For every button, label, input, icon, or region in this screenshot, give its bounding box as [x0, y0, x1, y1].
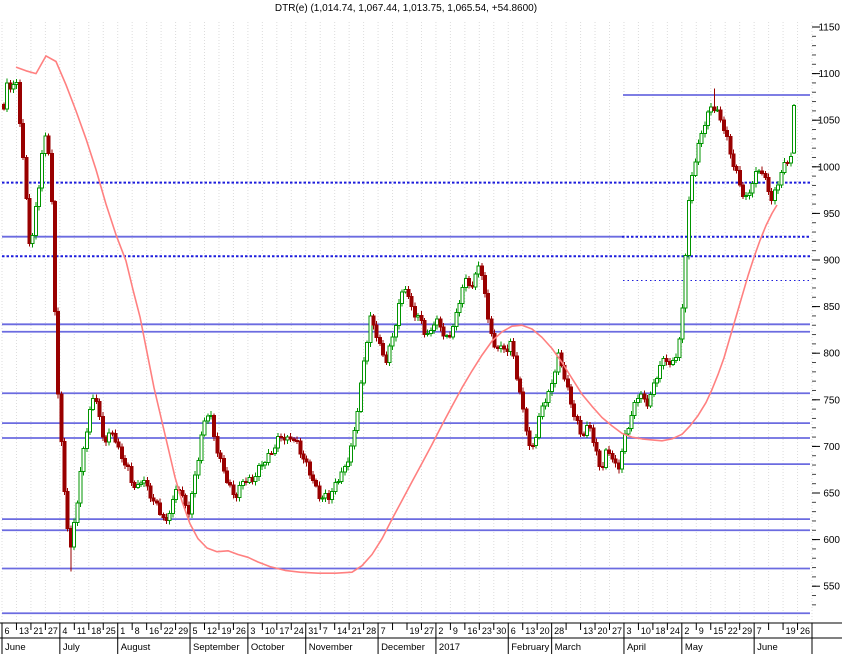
- svg-text:1150: 1150: [818, 23, 840, 34]
- svg-text:13: 13: [19, 626, 29, 636]
- svg-text:13: 13: [583, 626, 593, 636]
- svg-text:18: 18: [655, 626, 665, 636]
- svg-text:13: 13: [525, 626, 535, 636]
- svg-text:May: May: [685, 642, 703, 653]
- svg-text:800: 800: [823, 349, 840, 360]
- svg-text:2: 2: [684, 626, 689, 636]
- svg-text:16: 16: [467, 626, 477, 636]
- svg-text:June: June: [757, 642, 778, 653]
- svg-text:February: February: [511, 642, 549, 653]
- svg-text:10: 10: [265, 626, 275, 636]
- svg-text:7: 7: [381, 626, 386, 636]
- svg-text:10: 10: [641, 626, 651, 636]
- svg-text:19: 19: [786, 626, 796, 636]
- svg-text:29: 29: [742, 626, 752, 636]
- svg-text:11: 11: [77, 626, 86, 636]
- svg-text:26: 26: [800, 626, 810, 636]
- svg-text:1100: 1100: [818, 69, 840, 80]
- svg-text:July: July: [63, 642, 80, 653]
- svg-text:21: 21: [33, 626, 43, 636]
- svg-text:30: 30: [496, 626, 506, 636]
- svg-text:26: 26: [236, 626, 246, 636]
- svg-text:18: 18: [91, 626, 101, 636]
- svg-text:27: 27: [612, 626, 622, 636]
- svg-text:June: June: [5, 642, 26, 653]
- svg-text:7: 7: [323, 626, 328, 636]
- svg-text:22: 22: [164, 626, 174, 636]
- svg-text:23: 23: [482, 626, 492, 636]
- svg-text:31: 31: [308, 626, 318, 636]
- svg-text:24: 24: [670, 626, 680, 636]
- svg-text:900: 900: [823, 256, 840, 267]
- svg-text:15: 15: [713, 626, 723, 636]
- svg-text:19: 19: [221, 626, 231, 636]
- svg-text:8: 8: [135, 626, 140, 636]
- svg-text:September: September: [193, 642, 239, 653]
- svg-text:25: 25: [106, 626, 116, 636]
- svg-text:November: November: [309, 642, 353, 653]
- chart-canvas[interactable]: 1150 1100 1050 1000 950 900 850 800 750 700 650 600…: [0, 0, 842, 659]
- svg-text:550: 550: [823, 582, 840, 593]
- chart-title: DTR(e) (1,014.74, 1,067.44, 1,013.75, 1,…: [274, 3, 538, 14]
- svg-text:August: August: [121, 642, 151, 653]
- svg-text:20: 20: [540, 626, 550, 636]
- svg-text:7: 7: [757, 626, 762, 636]
- svg-text:6: 6: [5, 626, 10, 636]
- svg-text:27: 27: [48, 626, 58, 636]
- svg-text:9: 9: [699, 626, 704, 636]
- svg-text:20: 20: [598, 626, 608, 636]
- svg-text:1: 1: [120, 626, 125, 636]
- svg-text:9: 9: [453, 626, 458, 636]
- svg-text:600: 600: [823, 535, 840, 546]
- svg-text:March: March: [555, 642, 581, 653]
- svg-text:2017: 2017: [439, 642, 460, 653]
- svg-text:24: 24: [294, 626, 304, 636]
- svg-text:21: 21: [352, 626, 362, 636]
- svg-text:28: 28: [366, 626, 376, 636]
- svg-text:December: December: [381, 642, 425, 653]
- svg-text:22: 22: [728, 626, 738, 636]
- svg-text:3: 3: [250, 626, 255, 636]
- svg-text:6: 6: [511, 626, 516, 636]
- svg-text:1050: 1050: [818, 116, 841, 127]
- svg-text:700: 700: [823, 442, 840, 453]
- svg-text:850: 850: [823, 302, 840, 313]
- svg-text:3: 3: [626, 626, 631, 636]
- svg-text:16: 16: [149, 626, 159, 636]
- svg-text:2: 2: [438, 626, 443, 636]
- svg-text:4: 4: [62, 626, 67, 636]
- price-chart-window: 1150 1100 1050 1000 950 900 850 800 750 700 650 600…: [0, 0, 842, 659]
- svg-text:27: 27: [424, 626, 434, 636]
- svg-text:29: 29: [178, 626, 188, 636]
- svg-text:October: October: [251, 642, 285, 653]
- svg-text:19: 19: [410, 626, 420, 636]
- svg-text:1000: 1000: [818, 162, 841, 173]
- svg-text:April: April: [627, 642, 646, 653]
- svg-text:750: 750: [823, 395, 840, 406]
- svg-text:12: 12: [207, 626, 217, 636]
- svg-text:650: 650: [823, 489, 840, 500]
- svg-text:5: 5: [193, 626, 198, 636]
- svg-text:28: 28: [554, 626, 564, 636]
- svg-text:950: 950: [823, 209, 840, 220]
- svg-text:14: 14: [337, 626, 347, 636]
- svg-text:17: 17: [279, 626, 289, 636]
